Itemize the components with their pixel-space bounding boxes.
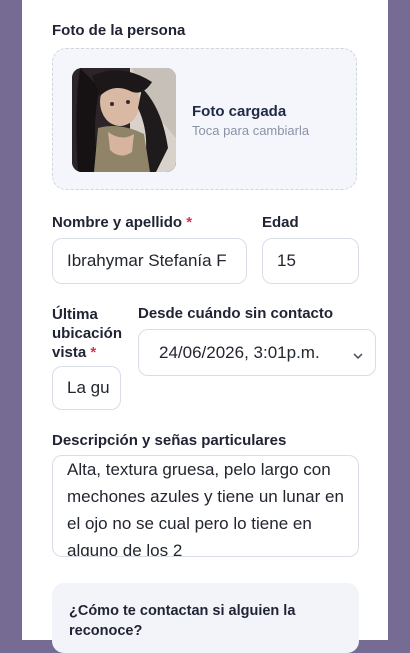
last-location-label-line3-text: vista [52,344,87,361]
last-location-label-line2: ubicación [52,325,123,342]
last-location-required-mark: * [90,344,97,361]
photo-label: Foto de la persona [52,22,186,39]
age-input[interactable]: 15 [262,238,359,284]
name-label: Nombre y apellido * [52,214,192,231]
last-location-label: Última ubicación vista * [52,305,122,362]
name-label-text: Nombre y apellido [52,214,183,231]
form-card: Foto de la persona Foto cargada Toca par… [22,0,388,653]
last-location-input-value: La gu [67,378,110,397]
photo-status-title: Foto cargada [192,103,287,120]
last-location-label-line3: vista * [52,343,122,362]
photo-image [72,68,176,172]
since-datetime-value: 24/06/2026, 3:01p.m. [159,342,320,362]
photo-status-subtitle: Toca para cambiarla [192,123,310,138]
since-datetime-select[interactable]: 24/06/2026, 3:01p.m. [138,329,376,376]
name-input[interactable]: Ibrahymar Stefanía F [52,238,247,284]
contact-section: ¿Cómo te contactan si alguien la reconoc… [52,583,359,653]
name-input-value: Ibrahymar Stefanía F [67,251,227,270]
chevron-down-icon [353,346,363,359]
age-input-value: 15 [277,251,296,270]
name-required-mark: * [186,214,193,231]
person-photo-thumbnail [72,68,176,172]
description-label: Descripción y señas particulares [52,432,287,449]
contact-question: ¿Cómo te contactan si alguien la reconoc… [69,603,296,639]
since-label: Desde cuándo sin contacto [138,305,334,322]
age-label: Edad [262,214,299,231]
description-textarea[interactable]: Alta, textura gruesa, pelo largo con mec… [52,455,359,557]
photo-upload-area[interactable]: Foto cargada Toca para cambiarla [52,48,357,190]
last-location-label-line1: Última [52,306,98,323]
last-location-input[interactable]: La gu [52,366,121,410]
